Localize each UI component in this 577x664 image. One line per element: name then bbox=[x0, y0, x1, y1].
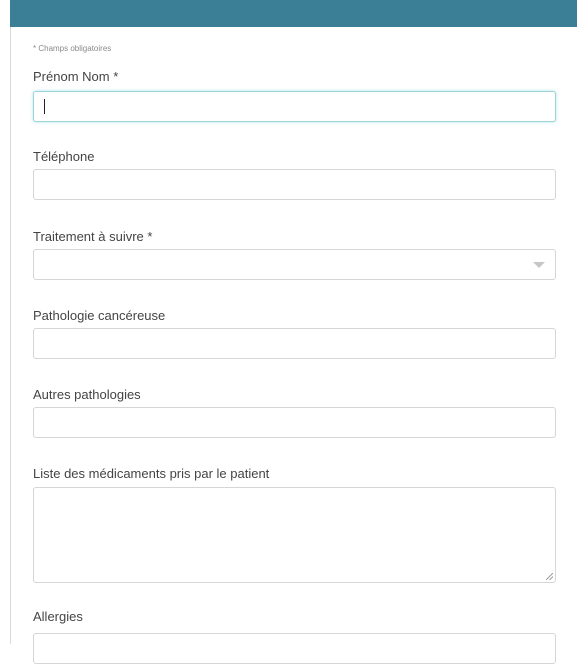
text-caret bbox=[44, 99, 45, 114]
other-pathologies-label: Autres pathologies bbox=[33, 387, 141, 402]
cancer-pathology-label: Pathologie cancéreuse bbox=[33, 308, 166, 323]
chevron-down-icon bbox=[533, 262, 545, 268]
resize-grip-icon[interactable] bbox=[546, 573, 553, 580]
panel-left-border bbox=[10, 0, 11, 644]
name-label: Prénom Nom * bbox=[33, 69, 119, 84]
medications-textarea[interactable] bbox=[33, 487, 556, 583]
phone-input[interactable] bbox=[33, 169, 556, 200]
cancer-pathology-input[interactable] bbox=[33, 328, 556, 359]
required-fields-note: * Champs obligatoires bbox=[33, 44, 112, 53]
other-pathologies-input[interactable] bbox=[33, 407, 556, 438]
allergies-label: Allergies bbox=[33, 609, 83, 624]
phone-label: Téléphone bbox=[33, 149, 95, 164]
treatment-select[interactable] bbox=[33, 249, 556, 280]
allergies-input[interactable] bbox=[33, 633, 556, 664]
name-input[interactable] bbox=[33, 91, 556, 122]
treatment-label: Traitement à suivre * bbox=[33, 229, 153, 244]
medications-label: Liste des médicaments pris par le patien… bbox=[33, 466, 270, 481]
header-bar bbox=[10, 0, 577, 27]
